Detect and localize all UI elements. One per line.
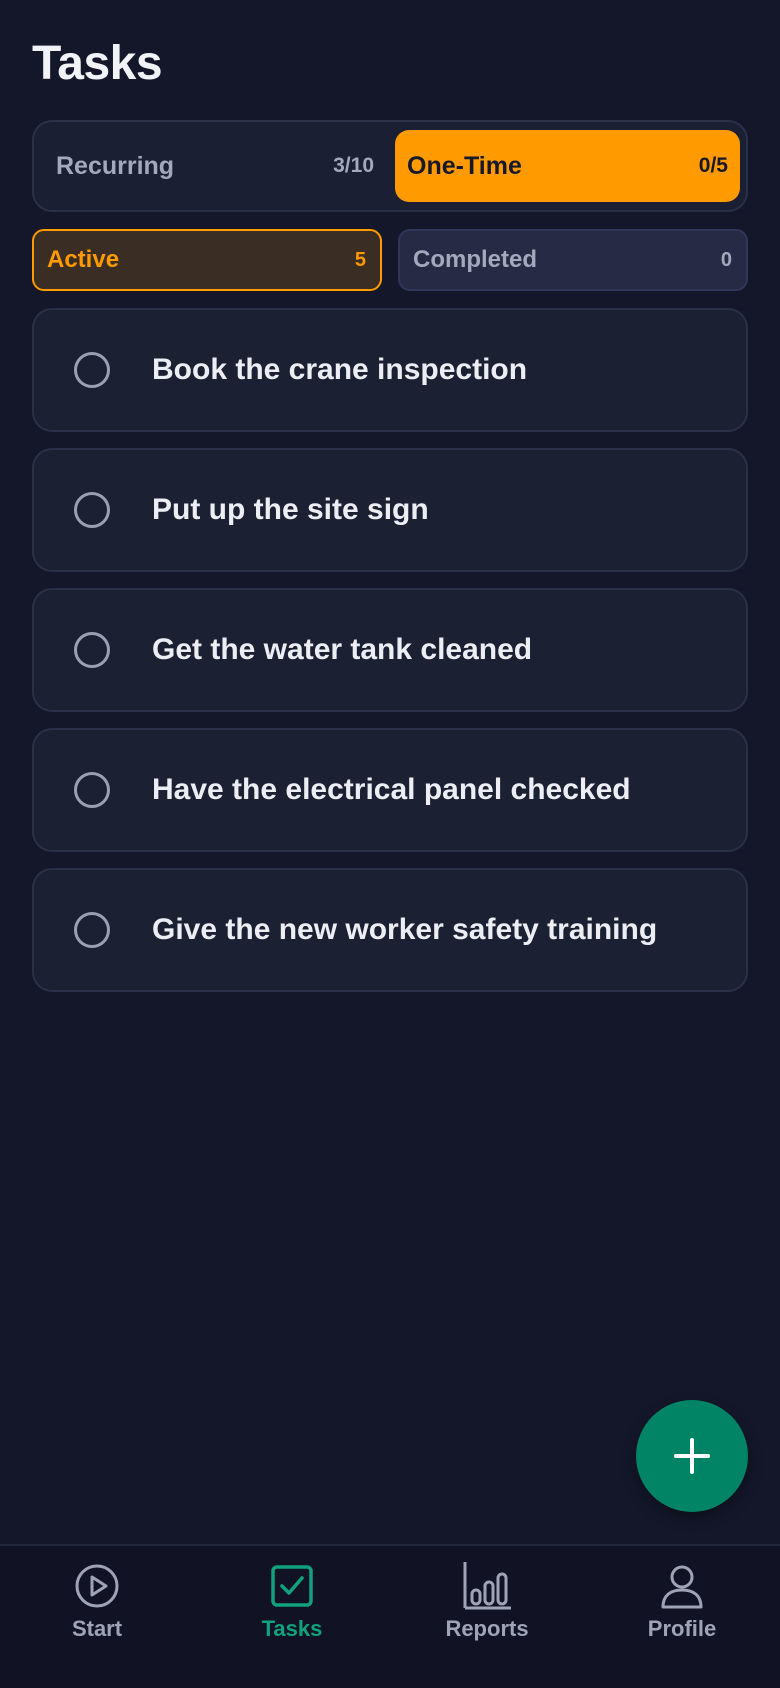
- task-list: Book the crane inspection Put up the sit…: [32, 308, 748, 1008]
- nav-start[interactable]: Start: [17, 1560, 177, 1642]
- task-text: Book the crane inspection: [152, 353, 528, 386]
- task-checkbox[interactable]: [74, 352, 110, 388]
- task-text: Have the electrical panel checked: [152, 773, 631, 806]
- task-item[interactable]: Have the electrical panel checked: [32, 728, 748, 852]
- completed-filter-label: Completed: [413, 246, 538, 273]
- nav-tasks-label: Tasks: [261, 1616, 323, 1641]
- active-filter-count: 5: [354, 248, 366, 271]
- play-circle-icon: [71, 1560, 123, 1612]
- task-checkbox[interactable]: [74, 632, 110, 668]
- completed-filter[interactable]: Completed 0: [398, 229, 748, 291]
- one-time-tab[interactable]: One-Time 0/5: [395, 130, 740, 202]
- recurring-tab-count: 3/10: [333, 154, 374, 177]
- task-item[interactable]: Get the water tank cleaned: [32, 588, 748, 712]
- nav-reports[interactable]: Reports: [407, 1560, 567, 1642]
- task-item[interactable]: Give the new worker safety training: [32, 868, 748, 992]
- plus-icon: [674, 1438, 710, 1474]
- recurring-tab-label: Recurring: [56, 151, 175, 180]
- task-type-switch: Recurring 3/10 One-Time 0/5: [32, 120, 748, 212]
- nav-tasks[interactable]: Tasks: [212, 1560, 372, 1642]
- task-text: Get the water tank cleaned: [152, 633, 533, 666]
- bar-chart-icon: [461, 1560, 513, 1612]
- task-item[interactable]: Book the crane inspection: [32, 308, 748, 432]
- tasks-screen: Tasks Recurring 3/10 One-Time 0/5 Active…: [0, 0, 780, 1688]
- task-text: Put up the site sign: [152, 493, 429, 526]
- one-time-tab-label: One-Time: [407, 151, 522, 180]
- nav-reports-label: Reports: [445, 1616, 529, 1641]
- task-checkbox[interactable]: [74, 912, 110, 948]
- task-checkbox[interactable]: [74, 772, 110, 808]
- recurring-tab[interactable]: Recurring 3/10: [36, 130, 386, 202]
- task-text: Give the new worker safety training: [152, 913, 658, 946]
- person-icon: [656, 1560, 708, 1612]
- nav-start-label: Start: [71, 1616, 123, 1641]
- task-item[interactable]: Put up the site sign: [32, 448, 748, 572]
- nav-profile[interactable]: Profile: [602, 1560, 762, 1642]
- active-filter-label: Active: [47, 246, 120, 273]
- bottom-nav: Start Tasks Reports Profile: [0, 1544, 780, 1688]
- one-time-tab-count: 0/5: [698, 154, 728, 177]
- task-checkbox[interactable]: [74, 492, 110, 528]
- completed-filter-count: 0: [720, 248, 732, 271]
- checkbox-icon: [266, 1560, 318, 1612]
- page-title: Tasks: [32, 37, 163, 90]
- add-task-button[interactable]: [636, 1400, 748, 1512]
- nav-profile-label: Profile: [647, 1616, 717, 1641]
- active-filter[interactable]: Active 5: [32, 229, 382, 291]
